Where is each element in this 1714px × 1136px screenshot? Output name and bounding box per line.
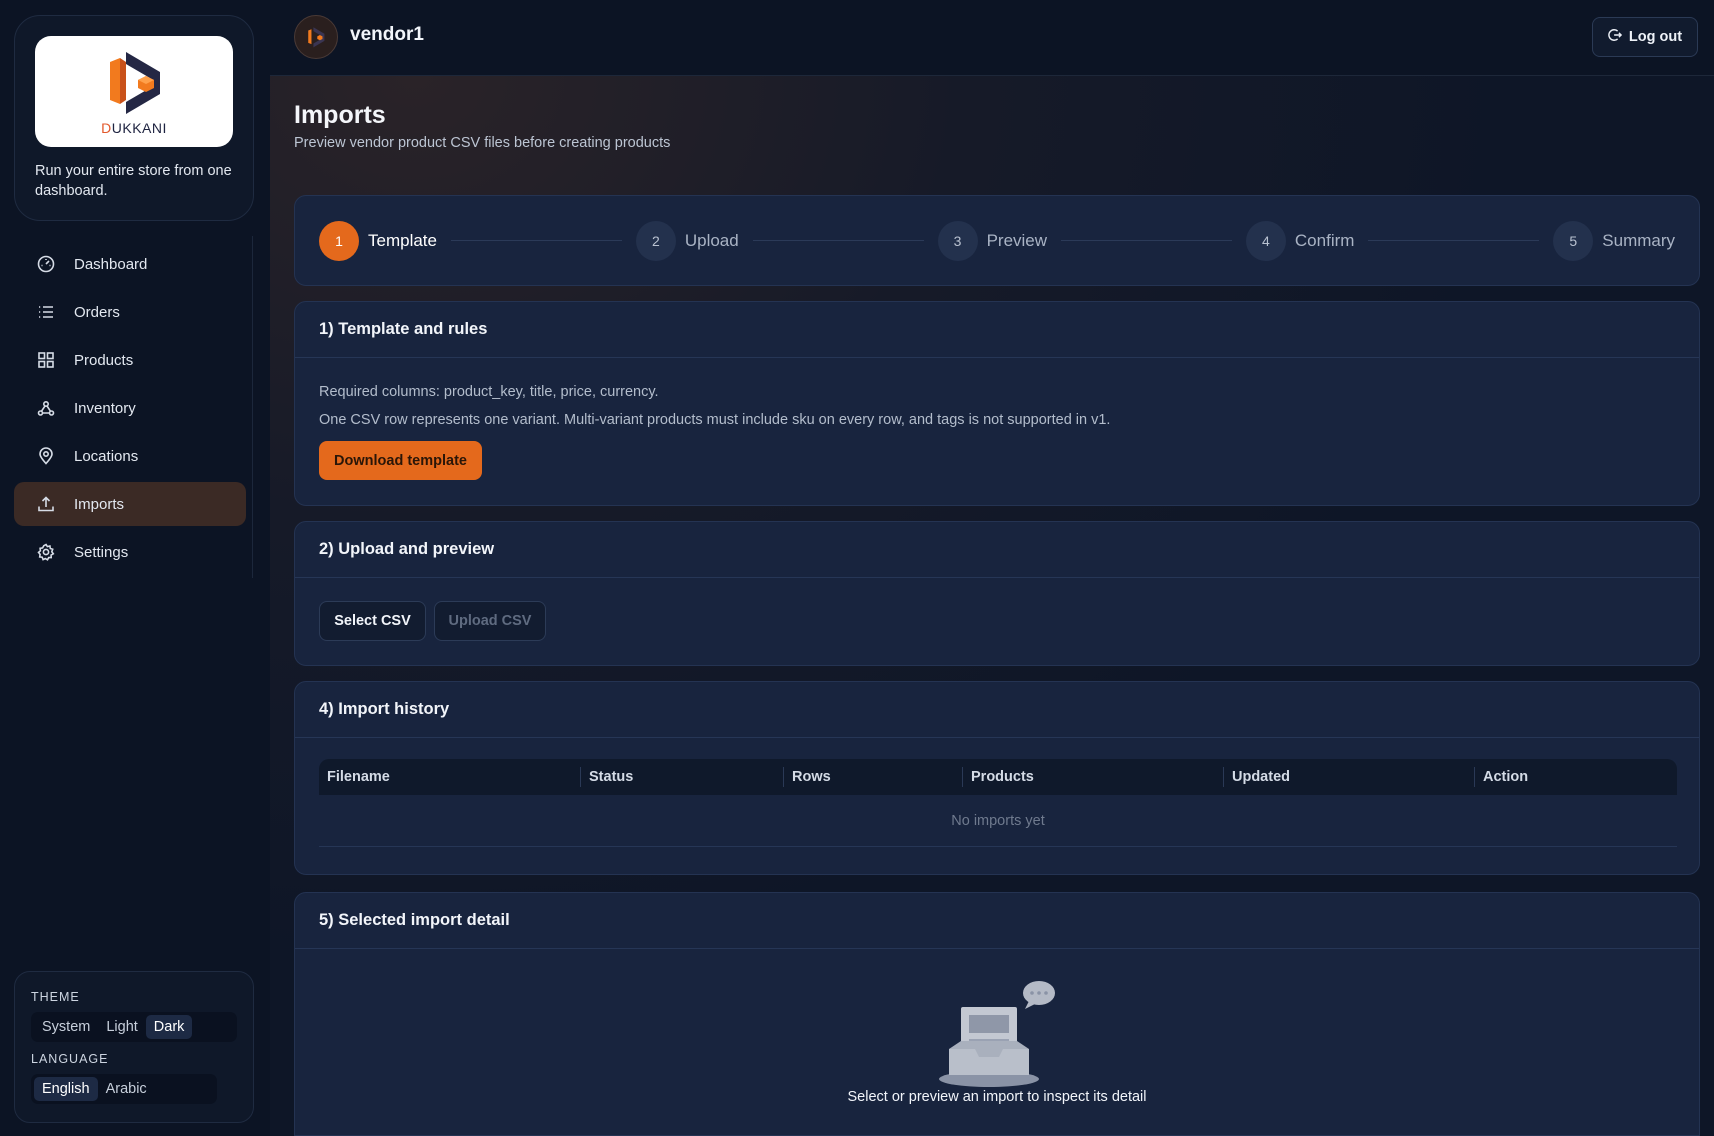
step-label: Confirm	[1294, 230, 1355, 250]
sidebar-item-label: Products	[74, 351, 134, 369]
step-number: 2	[635, 220, 676, 261]
step-number: 5	[1553, 220, 1594, 261]
language-option-arabic[interactable]: Arabic	[98, 1077, 155, 1101]
nav-divider	[252, 236, 253, 578]
theme-option-system[interactable]: System	[34, 1015, 98, 1039]
card-title: 5) Selected import detail	[295, 893, 1699, 949]
detail-empty-text: Select or preview an import to inspect i…	[847, 1089, 1147, 1105]
top-bar: vendor1 Log out	[270, 0, 1714, 76]
import-history-table: Filename Status Rows Products Updated Ac…	[319, 759, 1677, 847]
page-title: Imports	[294, 101, 386, 129]
step-label: Upload	[684, 230, 739, 250]
card-title: 2) Upload and preview	[295, 522, 1699, 578]
import-detail-card: 5) Selected import detail Select or prev…	[294, 892, 1700, 1136]
column-header-filename[interactable]: Filename	[319, 767, 580, 787]
step-connector	[450, 240, 622, 241]
step-number: 1	[319, 220, 359, 261]
sidebar-item-label: Settings	[74, 543, 129, 561]
step-number: 3	[937, 220, 978, 261]
brand-logo[interactable]: DUKKANI	[35, 36, 233, 147]
card-title: 4) Import history	[295, 682, 1699, 738]
step-connector	[752, 240, 924, 241]
column-header-products[interactable]: Products	[962, 767, 1223, 787]
sidebar-item-label: Orders	[74, 303, 120, 321]
theme-option-dark[interactable]: Dark	[145, 1015, 193, 1039]
download-template-button[interactable]: Download template	[319, 441, 482, 480]
preferences-panel: THEME System Light Dark LANGUAGE English…	[14, 971, 254, 1123]
import-history-card: 4) Import history Filename Status Rows P…	[294, 681, 1700, 875]
step-label: Preview	[986, 230, 1048, 250]
empty-inbox-illustration-icon	[939, 981, 1055, 1087]
step-template[interactable]: 1 Template	[319, 220, 437, 261]
logo-mark-icon	[110, 51, 160, 114]
vendor-name: vendor1	[350, 24, 424, 45]
table-header: Filename Status Rows Products Updated Ac…	[319, 759, 1677, 795]
sidebar-item-settings[interactable]: Settings	[14, 530, 246, 574]
logo-mark-icon	[308, 27, 325, 48]
sidebar-item-locations[interactable]: Locations	[14, 434, 246, 478]
network-icon	[36, 398, 56, 418]
column-header-action[interactable]: Action	[1474, 767, 1677, 787]
sidebar-item-label: Locations	[74, 447, 139, 465]
logout-label: Log out	[1628, 29, 1683, 45]
avatar[interactable]	[294, 15, 338, 59]
theme-option-light[interactable]: Light	[98, 1015, 145, 1039]
upload-icon	[36, 494, 56, 514]
step-label: Summary	[1602, 230, 1676, 250]
variant-rule-text: One CSV row represents one variant. Mult…	[319, 412, 1111, 428]
step-connector	[1061, 240, 1232, 241]
step-confirm[interactable]: 4 Confirm	[1245, 220, 1355, 261]
select-csv-button[interactable]: Select CSV	[319, 601, 426, 641]
brand-card: DUKKANI Run your entire store from one d…	[14, 15, 254, 221]
step-summary[interactable]: 5 Summary	[1553, 220, 1676, 261]
required-columns-text: Required columns: product_key, title, pr…	[319, 384, 659, 400]
sidebar-nav: Dashboard Orders Products Inventory Loca…	[14, 242, 246, 578]
column-header-status[interactable]: Status	[580, 767, 783, 787]
language-switcher: English Arabic	[31, 1074, 217, 1104]
card-title: 1) Template and rules	[295, 302, 1699, 358]
step-number: 4	[1245, 220, 1286, 261]
grid-icon	[36, 350, 56, 370]
sidebar-item-label: Inventory	[74, 399, 136, 417]
main-content: Imports Preview vendor product CSV files…	[270, 76, 1714, 1136]
sidebar-item-label: Dashboard	[74, 255, 148, 273]
sidebar-item-label: Imports	[74, 495, 125, 513]
step-connector	[1368, 240, 1540, 241]
sidebar: DUKKANI Run your entire store from one d…	[0, 0, 270, 1136]
upload-card: 2) Upload and preview Select CSV Upload …	[294, 521, 1700, 666]
logo-wordmark: DUKKANI	[101, 119, 167, 136]
sidebar-item-orders[interactable]: Orders	[14, 290, 246, 334]
sidebar-item-imports[interactable]: Imports	[14, 482, 246, 526]
theme-switcher: System Light Dark	[31, 1012, 237, 1042]
template-card: 1) Template and rules Required columns: …	[294, 301, 1700, 506]
step-label: Template	[368, 230, 437, 250]
sidebar-item-inventory[interactable]: Inventory	[14, 386, 246, 430]
step-preview[interactable]: 3 Preview	[937, 220, 1048, 261]
map-pin-icon	[36, 446, 56, 466]
gear-icon	[36, 542, 56, 562]
logout-icon	[1608, 28, 1623, 46]
empty-state-text: No imports yet	[319, 795, 1677, 847]
theme-label: THEME	[31, 990, 80, 1004]
gauge-icon	[36, 254, 56, 274]
page-subtitle: Preview vendor product CSV files before …	[294, 135, 671, 151]
logout-button[interactable]: Log out	[1592, 17, 1698, 57]
step-upload[interactable]: 2 Upload	[635, 220, 739, 261]
sidebar-item-dashboard[interactable]: Dashboard	[14, 242, 246, 286]
language-label: LANGUAGE	[31, 1052, 109, 1066]
sidebar-item-products[interactable]: Products	[14, 338, 246, 382]
upload-csv-button[interactable]: Upload CSV	[434, 601, 546, 641]
column-header-rows[interactable]: Rows	[783, 767, 962, 787]
column-header-updated[interactable]: Updated	[1223, 767, 1474, 787]
language-option-english[interactable]: English	[34, 1077, 98, 1101]
list-icon	[36, 302, 56, 322]
brand-tagline: Run your entire store from one dashboard…	[35, 163, 232, 199]
import-stepper: 1 Template 2 Upload 3 Preview 4 Confirm …	[294, 195, 1700, 286]
